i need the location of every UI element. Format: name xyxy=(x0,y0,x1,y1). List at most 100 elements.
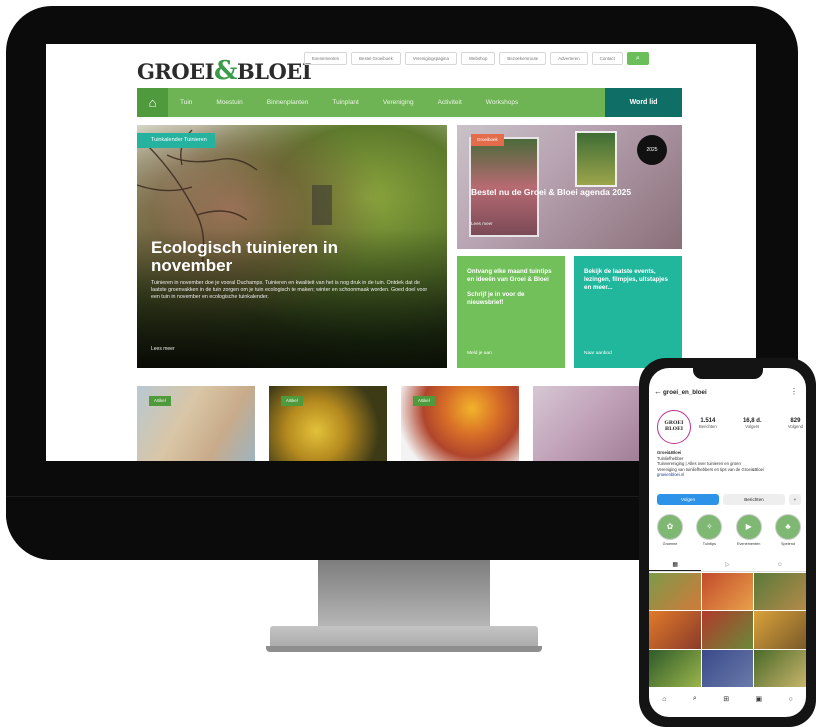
monitor-stand-base xyxy=(266,646,542,652)
search-icon[interactable]: ⌕ xyxy=(693,695,697,703)
thumbnail-label: Artikel xyxy=(281,396,303,406)
reels-tab-icon[interactable]: ▷ xyxy=(701,558,753,571)
story-highlights: ✿ Groenne ✧ Tuintips ▶ Evenementen ♣ Spelend xyxy=(655,514,803,546)
phone: ← groei_en_bloei ⋮ GROEI BLOEI 1.514 Beri… xyxy=(639,358,816,727)
post-thumbnail[interactable] xyxy=(701,649,754,687)
grid-tab-icon[interactable]: ▦ xyxy=(649,558,702,571)
post-thumbnail[interactable] xyxy=(649,649,701,687)
hero-readmore-link[interactable]: Lees meer xyxy=(151,346,175,352)
post-thumbnail[interactable] xyxy=(701,573,754,611)
bottom-nav: ⌂ ⌕ ⊞ ▣ ○ xyxy=(649,691,806,707)
top-link[interactable]: Webshop xyxy=(460,52,496,65)
agenda-card[interactable]: 2025 Groeiboek Bestel nu de Groei & Bloe… xyxy=(457,125,682,249)
nav-item[interactable]: Binnenplanten xyxy=(255,99,321,106)
article-thumbnail[interactable]: Artikel xyxy=(401,386,519,461)
avatar[interactable]: GROEI BLOEI xyxy=(657,410,691,444)
profile-username: groei_en_bloei xyxy=(663,389,707,396)
article-thumbnail[interactable]: Artikel xyxy=(137,386,255,461)
highlight[interactable]: ✧ Tuintips xyxy=(694,514,724,546)
highlight-label: Groenne xyxy=(662,542,678,546)
highlight-label: Spelend xyxy=(781,542,795,546)
highlight-icon: ✿ xyxy=(657,514,683,540)
bio-link[interactable]: groeienbloei.nl xyxy=(657,472,801,478)
nav-item[interactable]: Activiteit xyxy=(426,99,474,106)
post-thumbnail[interactable] xyxy=(754,649,806,687)
home-icon[interactable]: ⌂ xyxy=(662,696,666,703)
highlight-label: Tuintips xyxy=(702,542,716,546)
top-link[interactable]: Bezoekersroute xyxy=(499,52,547,65)
post-thumbnail[interactable] xyxy=(754,573,806,611)
highlight-icon: ✧ xyxy=(696,514,723,540)
profile-icon[interactable]: ○ xyxy=(789,696,793,703)
newsletter-link[interactable]: Meld je aan xyxy=(467,351,492,356)
home-icon[interactable]: ⌂ xyxy=(137,88,168,117)
stat-label: Volgend xyxy=(787,424,803,429)
post-thumbnail[interactable] xyxy=(649,573,701,611)
highlight-icon: ▶ xyxy=(735,514,762,540)
top-links: Evenementen Bestel Groeiboek Verenigings… xyxy=(304,52,649,65)
nav-item[interactable]: Workshops xyxy=(474,99,530,106)
nav-item[interactable]: Vereniging xyxy=(371,99,426,106)
highlight[interactable]: ✿ Groenne xyxy=(655,514,685,546)
events-card[interactable]: Bekijk de laatste events, lezingen, film… xyxy=(574,256,682,368)
hero-article[interactable]: Tuinkalender Tuinieren Ecologisch tuinie… xyxy=(137,125,447,368)
nav-item[interactable]: Tuin xyxy=(168,99,204,106)
back-icon[interactable]: ← xyxy=(654,387,662,396)
post-thumbnail[interactable] xyxy=(701,611,754,649)
highlight[interactable]: ▶ Evenementen xyxy=(734,514,764,546)
new-post-icon[interactable]: ⊞ xyxy=(723,695,729,703)
shop-icon[interactable]: ▣ xyxy=(756,695,763,703)
agenda-image-small xyxy=(575,131,617,187)
highlight-label: Evenementen xyxy=(736,542,761,546)
nav-item[interactable]: Moestuin xyxy=(204,99,254,106)
article-thumbnail[interactable]: Artikel xyxy=(269,386,387,461)
logo-amp: & xyxy=(214,56,237,86)
top-link[interactable]: Bestel Groeiboek xyxy=(351,52,401,65)
stage: GROEI&BLOEI Evenementen Bestel Groeiboek… xyxy=(0,0,816,727)
thumbnail-label: Artikel xyxy=(149,396,171,406)
post-thumbnail[interactable] xyxy=(649,611,701,649)
hero-tag[interactable]: Tuinkalender Tuinieren xyxy=(137,133,215,148)
profile-stats: 1.514 Berichten 16,8 d. Volgers 829 Volgend xyxy=(699,418,803,429)
agenda-link[interactable]: Lees meer xyxy=(471,221,493,226)
stat-following[interactable]: 829 Volgend xyxy=(788,418,803,429)
top-link[interactable]: Contact xyxy=(591,52,623,65)
events-link[interactable]: Naar aanbod xyxy=(584,351,612,356)
avatar-line2: BLOEI xyxy=(664,426,684,432)
newsletter-text: Ontvang elke maand tuintips en ideeën va… xyxy=(467,268,552,283)
article-thumbnails: Artikel Artikel Artikel xyxy=(137,386,682,461)
stat-followers[interactable]: 16,8 d. Volgers xyxy=(743,418,762,429)
member-button[interactable]: Word lid xyxy=(605,88,682,117)
post-grid xyxy=(649,573,806,687)
tagged-tab-icon[interactable]: ☺ xyxy=(754,558,806,571)
search-icon[interactable]: ⌕ xyxy=(626,52,649,65)
profile-actions: Volgen Berichten + xyxy=(657,494,801,505)
add-person-icon[interactable]: + xyxy=(789,494,801,505)
top-link[interactable]: Verenigingspagina xyxy=(404,52,457,65)
site-logo[interactable]: GROEI&BLOEI xyxy=(137,56,312,86)
hero-title[interactable]: Ecologisch tuinieren in november xyxy=(151,239,411,275)
highlight[interactable]: ♣ Spelend xyxy=(773,514,803,546)
top-link[interactable]: Adverteren xyxy=(550,52,588,65)
follow-button[interactable]: Volgen xyxy=(657,494,719,505)
article-thumbnail[interactable] xyxy=(533,386,651,461)
highlight-icon: ♣ xyxy=(774,514,801,540)
logo-right: BLOEI xyxy=(237,59,312,84)
stat-posts[interactable]: 1.514 Berichten xyxy=(699,418,717,429)
agenda-label: Groeiboek xyxy=(471,134,504,146)
newsletter-card[interactable]: Ontvang elke maand tuintips en ideeën va… xyxy=(457,256,565,368)
thumbnail-label: Artikel xyxy=(413,396,435,406)
nav-item[interactable]: Tuinplant xyxy=(320,99,371,106)
monitor-stand-neck xyxy=(318,560,490,630)
profile-bio: Groei&Bloei Tuinliefhebber Tuinverenigin… xyxy=(657,450,801,478)
message-button[interactable]: Berichten xyxy=(723,494,785,505)
post-thumbnail[interactable] xyxy=(754,611,806,649)
agenda-badge: 2025 xyxy=(637,135,667,165)
top-link[interactable]: Evenementen xyxy=(304,52,348,65)
agenda-title[interactable]: Bestel nu de Groei & Bloei agenda 2025 xyxy=(471,187,671,197)
main-nav: ⌂ Tuin Moestuin Binnenplanten Tuinplant … xyxy=(137,88,682,117)
more-icon[interactable]: ⋮ xyxy=(790,387,798,396)
phone-screen: ← groei_en_bloei ⋮ GROEI BLOEI 1.514 Beri… xyxy=(649,368,806,717)
newsletter-cta: Schrijf je in voor de nieuwsbrief! xyxy=(467,291,525,306)
stat-label: Volgers xyxy=(745,424,760,429)
